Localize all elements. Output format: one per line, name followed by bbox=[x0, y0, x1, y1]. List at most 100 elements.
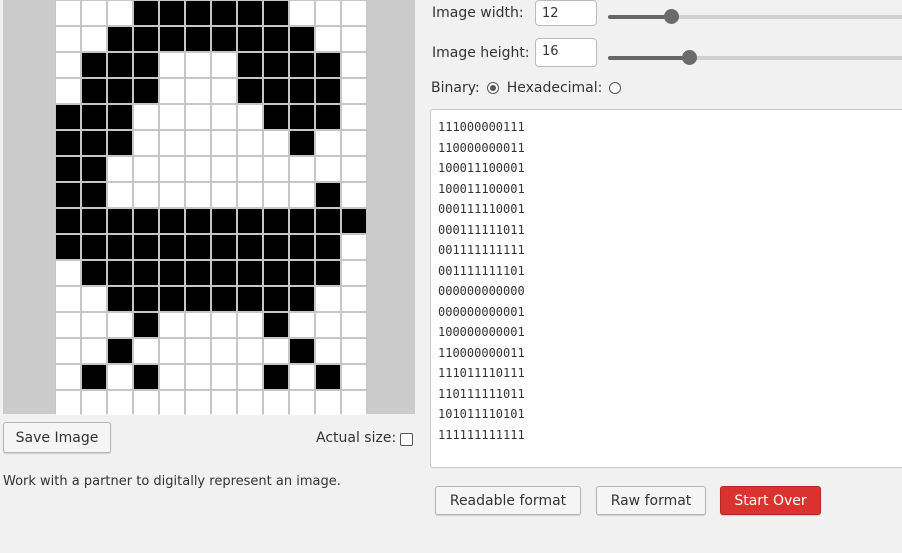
pixel-cell[interactable] bbox=[212, 287, 236, 311]
image-width-input[interactable]: 12 bbox=[535, 0, 597, 26]
pixel-cell[interactable] bbox=[56, 287, 80, 311]
pixel-cell[interactable] bbox=[342, 365, 366, 389]
pixel-cell[interactable] bbox=[186, 391, 210, 415]
pixel-cell[interactable] bbox=[238, 183, 262, 207]
pixel-cell[interactable] bbox=[186, 235, 210, 259]
pixel-cell[interactable] bbox=[212, 209, 236, 233]
pixel-cell[interactable] bbox=[134, 79, 158, 103]
pixel-cell[interactable] bbox=[108, 27, 132, 51]
pixel-cell[interactable] bbox=[212, 365, 236, 389]
pixel-cell[interactable] bbox=[186, 79, 210, 103]
pixel-cell[interactable] bbox=[212, 131, 236, 155]
pixel-cell[interactable] bbox=[108, 209, 132, 233]
pixel-cell[interactable] bbox=[108, 261, 132, 285]
pixel-cell[interactable] bbox=[238, 53, 262, 77]
pixel-cell[interactable] bbox=[82, 287, 106, 311]
pixel-cell[interactable] bbox=[160, 157, 184, 181]
pixel-cell[interactable] bbox=[186, 27, 210, 51]
pixel-cell[interactable] bbox=[290, 261, 314, 285]
pixel-cell[interactable] bbox=[316, 1, 340, 25]
pixel-cell[interactable] bbox=[342, 287, 366, 311]
start-over-button[interactable]: Start Over bbox=[720, 486, 821, 515]
pixel-cell[interactable] bbox=[342, 261, 366, 285]
pixel-cell[interactable] bbox=[212, 157, 236, 181]
pixel-cell[interactable] bbox=[186, 1, 210, 25]
pixel-cell[interactable] bbox=[82, 27, 106, 51]
pixel-cell[interactable] bbox=[108, 235, 132, 259]
pixel-cell[interactable] bbox=[238, 1, 262, 25]
pixel-cell[interactable] bbox=[212, 1, 236, 25]
pixel-cell[interactable] bbox=[134, 183, 158, 207]
pixel-cell[interactable] bbox=[212, 339, 236, 363]
pixel-cell[interactable] bbox=[82, 105, 106, 129]
pixel-cell[interactable] bbox=[212, 261, 236, 285]
hexadecimal-radio[interactable] bbox=[609, 82, 622, 94]
image-height-input[interactable]: 16 bbox=[535, 38, 597, 67]
pixel-cell[interactable] bbox=[264, 27, 288, 51]
pixel-cell[interactable] bbox=[264, 339, 288, 363]
pixel-cell[interactable] bbox=[238, 313, 262, 337]
pixel-cell[interactable] bbox=[290, 79, 314, 103]
pixel-cell[interactable] bbox=[160, 79, 184, 103]
pixel-cell[interactable] bbox=[186, 131, 210, 155]
pixel-cell[interactable] bbox=[290, 391, 314, 415]
pixel-cell[interactable] bbox=[82, 235, 106, 259]
pixel-cell[interactable] bbox=[238, 27, 262, 51]
pixel-cell[interactable] bbox=[82, 131, 106, 155]
pixel-cell[interactable] bbox=[108, 313, 132, 337]
pixel-cell[interactable] bbox=[264, 235, 288, 259]
pixel-cell[interactable] bbox=[290, 365, 314, 389]
image-height-slider-thumb[interactable] bbox=[682, 50, 697, 65]
pixel-cell[interactable] bbox=[212, 27, 236, 51]
actual-size-checkbox[interactable] bbox=[400, 432, 414, 446]
pixel-cell[interactable] bbox=[82, 1, 106, 25]
pixel-cell[interactable] bbox=[82, 79, 106, 103]
pixel-cell[interactable] bbox=[82, 391, 106, 415]
pixel-cell[interactable] bbox=[186, 287, 210, 311]
pixel-cell[interactable] bbox=[160, 365, 184, 389]
pixel-cell[interactable] bbox=[342, 105, 366, 129]
pixel-cell[interactable] bbox=[56, 1, 80, 25]
binary-radio[interactable] bbox=[486, 82, 499, 94]
pixel-cell[interactable] bbox=[264, 391, 288, 415]
pixel-cell[interactable] bbox=[186, 209, 210, 233]
pixel-cell[interactable] bbox=[160, 105, 184, 129]
pixel-grid[interactable] bbox=[55, 0, 367, 415]
pixel-cell[interactable] bbox=[238, 235, 262, 259]
pixel-cell[interactable] bbox=[316, 27, 340, 51]
pixel-cell[interactable] bbox=[212, 105, 236, 129]
pixel-cell[interactable] bbox=[108, 1, 132, 25]
pixel-cell[interactable] bbox=[160, 183, 184, 207]
pixel-cell[interactable] bbox=[56, 365, 80, 389]
pixel-cell[interactable] bbox=[316, 183, 340, 207]
pixel-cell[interactable] bbox=[108, 105, 132, 129]
pixel-cell[interactable] bbox=[134, 313, 158, 337]
pixel-cell[interactable] bbox=[160, 287, 184, 311]
pixel-cell[interactable] bbox=[316, 261, 340, 285]
pixel-cell[interactable] bbox=[108, 131, 132, 155]
pixel-cell[interactable] bbox=[342, 157, 366, 181]
pixel-cell[interactable] bbox=[108, 183, 132, 207]
pixel-cell[interactable] bbox=[56, 183, 80, 207]
pixel-cell[interactable] bbox=[212, 313, 236, 337]
pixel-cell[interactable] bbox=[212, 391, 236, 415]
pixel-cell[interactable] bbox=[290, 53, 314, 77]
image-height-slider[interactable] bbox=[608, 50, 902, 65]
pixel-cell[interactable] bbox=[108, 157, 132, 181]
pixel-cell[interactable] bbox=[56, 235, 80, 259]
pixel-cell[interactable] bbox=[264, 53, 288, 77]
pixel-cell[interactable] bbox=[82, 313, 106, 337]
pixel-cell[interactable] bbox=[212, 79, 236, 103]
pixel-cell[interactable] bbox=[134, 365, 158, 389]
pixel-cell[interactable] bbox=[316, 287, 340, 311]
pixel-cell[interactable] bbox=[342, 313, 366, 337]
pixel-cell[interactable] bbox=[82, 53, 106, 77]
pixel-cell[interactable] bbox=[212, 183, 236, 207]
pixel-cell[interactable] bbox=[134, 131, 158, 155]
pixel-cell[interactable] bbox=[342, 339, 366, 363]
pixel-cell[interactable] bbox=[316, 391, 340, 415]
pixel-cell[interactable] bbox=[316, 235, 340, 259]
pixel-cell[interactable] bbox=[108, 365, 132, 389]
pixel-cell[interactable] bbox=[238, 261, 262, 285]
pixel-cell[interactable] bbox=[134, 287, 158, 311]
